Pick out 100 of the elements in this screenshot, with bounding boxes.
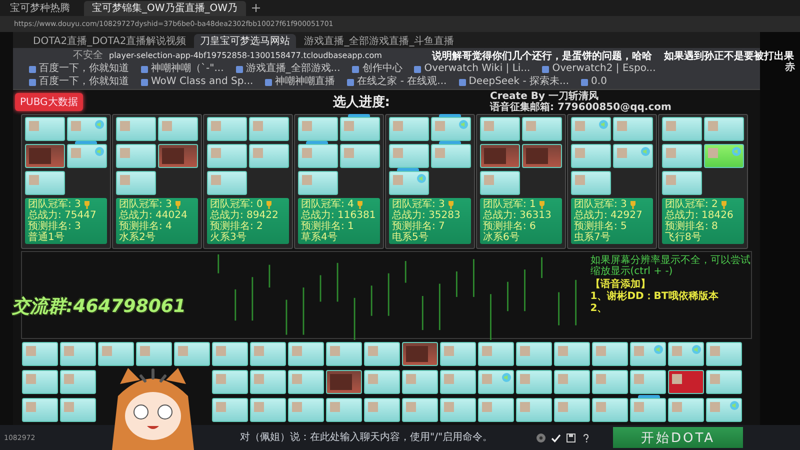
bookmark-link[interactable]: 百度一下，你就知道 <box>39 63 129 75</box>
avatar-image <box>596 374 606 384</box>
avatar-image <box>482 374 492 384</box>
save-icon[interactable] <box>566 432 576 442</box>
avatar-image <box>575 148 585 158</box>
speaker-icon[interactable] <box>641 147 650 156</box>
player-card[interactable] <box>668 370 704 394</box>
avatar-image <box>211 121 221 131</box>
start-button[interactable]: 开始DOTA <box>613 427 743 448</box>
bookmark-link[interactable]: 游戏直播_全部游戏... <box>246 63 340 75</box>
avatar-image <box>368 374 378 384</box>
player-card[interactable] <box>480 144 520 168</box>
team-name: 火系3号 <box>210 232 248 243</box>
bookmark-link[interactable]: DeepSeek - 探索未... <box>468 76 570 88</box>
team-power-text: 总战力: 36313 预测排名: 6 <box>483 210 552 232</box>
bookmark-link[interactable]: Overwatch2 | Espo... <box>552 63 656 75</box>
bookmark-link[interactable]: 在线之家 - 在线观... <box>357 76 447 88</box>
bookmark-icon <box>542 66 550 72</box>
bookmark-link[interactable]: WoW Class and Sp... <box>151 76 254 88</box>
speaker-icon[interactable] <box>692 345 701 354</box>
player-card[interactable] <box>326 370 362 394</box>
speaker-icon[interactable] <box>95 147 104 156</box>
avatar-image <box>344 121 354 131</box>
group-number-text: 交流群:464798061 <box>12 295 186 318</box>
speaker-icon[interactable] <box>730 401 739 410</box>
team-name: 冰系6号 <box>483 232 520 243</box>
player-card[interactable] <box>402 342 438 366</box>
browser-tab[interactable]: 游戏直播_全部游戏直播_斗鱼直播 <box>298 34 460 48</box>
bookmark-icon <box>458 78 466 86</box>
team-titles-text: 团队冠军: 1 <box>483 199 536 210</box>
player-card[interactable] <box>522 144 562 168</box>
avatar-image <box>708 121 718 131</box>
avatar-image <box>526 121 536 131</box>
speaker-icon[interactable] <box>417 174 426 183</box>
avatar-image <box>64 402 74 412</box>
bookmark-link[interactable]: Overwatch Wiki | Li... <box>424 63 530 75</box>
avatar-image <box>26 374 36 384</box>
overlay-caption: 如果遇到孙正不是要被打出果 <box>664 50 794 62</box>
avatar-image <box>120 121 130 131</box>
avatar-image <box>253 121 263 131</box>
chat-input[interactable]: 对（佩姐）说：在此处输入聊天内容，使用"/"启用命令。 <box>240 430 530 444</box>
bookmark-icon <box>236 66 243 72</box>
team-name: 电系5号 <box>392 232 430 243</box>
email-text: 语音征集邮箱: 779600850@qq.com <box>490 102 672 113</box>
speaker-icon[interactable] <box>502 373 511 382</box>
avatar-image <box>672 374 682 384</box>
bookmark-link[interactable]: 0.0 <box>591 76 607 88</box>
avatar-image <box>71 148 81 158</box>
team-power-text: 总战力: 35283 预测排名: 7 <box>392 210 462 232</box>
avatar-image <box>178 346 188 356</box>
avatar-image <box>666 121 676 131</box>
page-title: 选人进度: <box>332 94 390 111</box>
new-tab-icon[interactable] <box>252 4 260 12</box>
avatar-image <box>302 148 312 158</box>
checkmark-icon[interactable] <box>551 432 561 442</box>
player-card[interactable] <box>25 144 65 168</box>
avatar-image <box>617 121 627 131</box>
speaker-icon[interactable] <box>459 120 468 129</box>
avatar-image <box>254 374 264 384</box>
trophy-icon <box>82 200 91 208</box>
avatar-image <box>406 374 416 384</box>
speaker-icon[interactable] <box>654 345 663 354</box>
avatar-image <box>596 402 606 412</box>
avatar-image <box>666 175 676 185</box>
speaker-icon[interactable] <box>599 120 608 129</box>
avatar-image <box>71 121 81 131</box>
help-icon[interactable] <box>581 432 591 442</box>
settings-icon[interactable] <box>536 432 546 442</box>
team-name: 草系4号 <box>301 232 338 243</box>
team-name: 飞行8号 <box>665 232 702 243</box>
avatar-image <box>292 346 302 356</box>
bookmark-link[interactable]: 创作中心 <box>362 63 402 75</box>
avatar-image <box>140 346 150 356</box>
team-titles-text: 团队冠军: 0 <box>210 199 263 210</box>
data-button[interactable]: PUBG大数据 <box>15 93 83 111</box>
credit-text: Create By 一刀斩清风 <box>490 91 600 102</box>
team-titles-text: 团队冠军: 3 <box>574 199 627 210</box>
bookmark-link[interactable]: 百度一下，你就知道 <box>39 76 129 88</box>
team-power-text: 总战力: 116381 预测排名: 1 <box>301 210 377 232</box>
speaker-icon[interactable] <box>95 120 104 129</box>
speaker-icon[interactable] <box>732 147 741 156</box>
avatar-image <box>368 402 378 412</box>
avatar-image <box>120 148 130 158</box>
avatar-image <box>444 346 454 356</box>
avatar-image <box>634 346 644 356</box>
team-power-text: 总战力: 18426 预测排名: 8 <box>665 210 734 232</box>
avatar-image <box>435 148 445 158</box>
avatar-image <box>344 148 354 158</box>
browser-tab[interactable]: 宝可梦锦集_OW乃蛋直播_OW乃 <box>84 0 246 16</box>
browser-tab[interactable]: 刀皇宝可梦选马网站 <box>194 34 296 48</box>
bookmark-icon <box>581 78 588 86</box>
team-titles-text: 团队冠军: 3 <box>119 199 172 210</box>
player-card[interactable] <box>158 144 198 168</box>
url-text[interactable]: player-selection-app-4bf19752858-1300158477.tcloudbaseapp.com <box>109 50 382 60</box>
bookmark-link[interactable]: 神嘲神嘲直播 <box>275 76 336 88</box>
team-power-text: 总战力: 89422 预测排名: 2 <box>210 210 280 232</box>
overlay-caption: 赤 <box>785 60 795 74</box>
browser-tab[interactable]: 宝可梦种热腾 <box>2 0 78 16</box>
bookmark-link[interactable]: 神嘲神嘲（`-"... <box>151 63 224 75</box>
browser-tab[interactable]: DOTA2直播_DOTA2直播解说视频 <box>27 34 192 48</box>
